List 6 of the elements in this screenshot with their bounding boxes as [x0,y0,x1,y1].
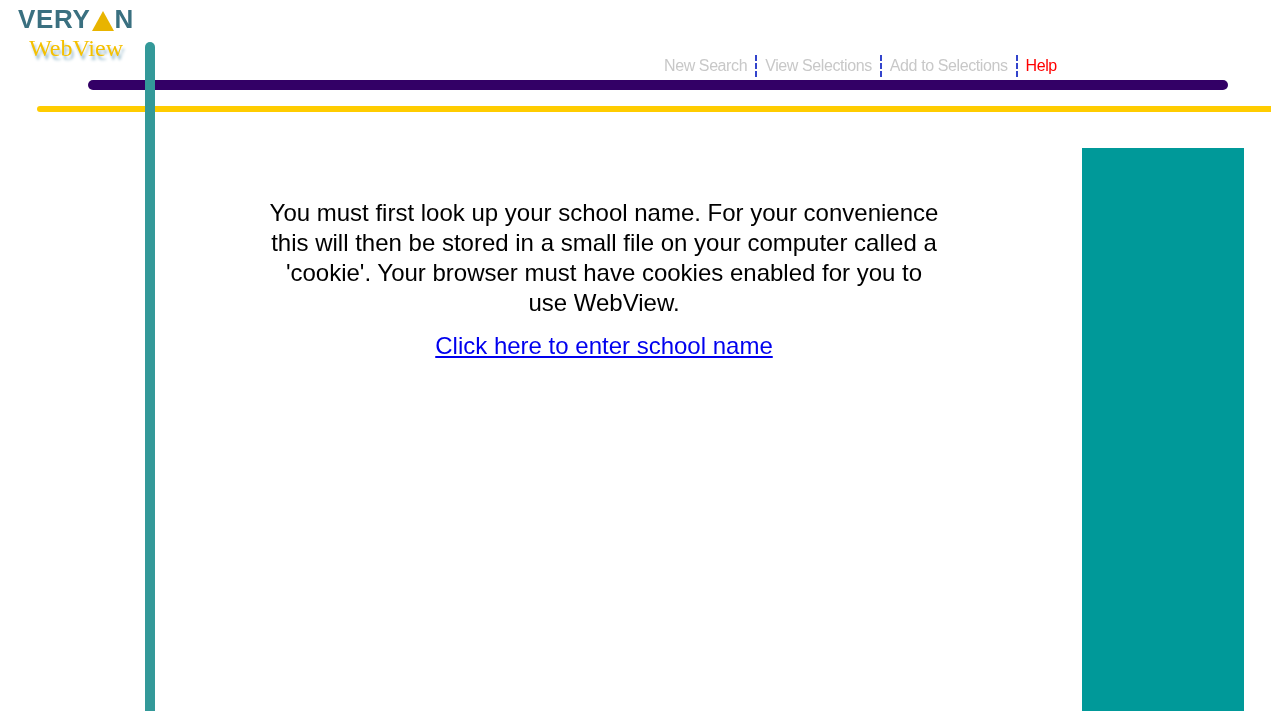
message-text: You must first look up your school name. For your convenience this will then be stored in a small file on your computer called a 'cookie'. Your browser must have cookies enabled for you to use WebView. [268,198,940,318]
logo-subtitle: WebView [29,36,123,60]
nav-link[interactable]: Help [1025,54,1057,78]
triangle-icon [90,10,115,32]
school-name-link[interactable]: Click here to enter school name [435,328,773,364]
logo-wordmark: VERY N [18,6,134,32]
